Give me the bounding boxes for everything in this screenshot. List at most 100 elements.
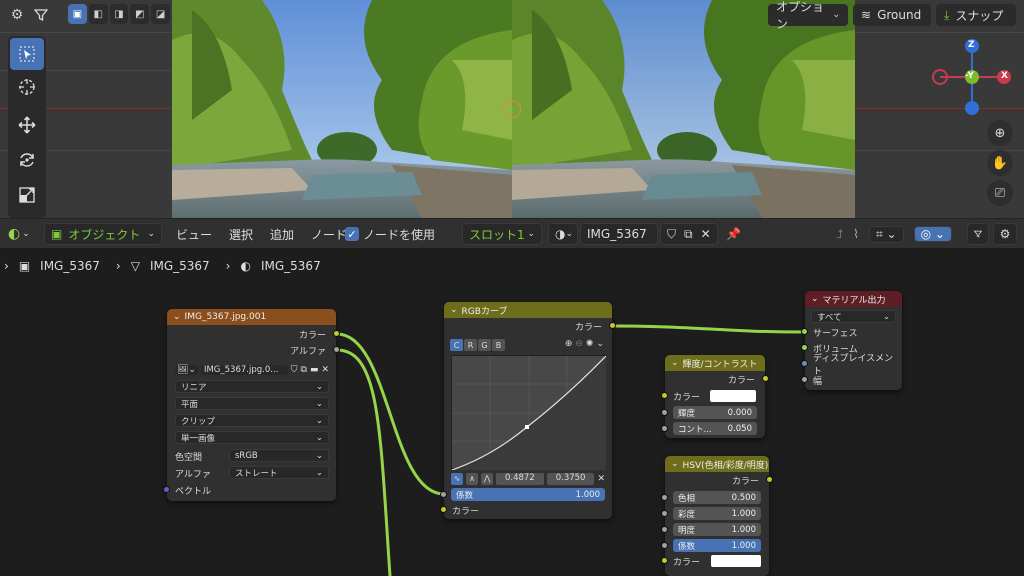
select-tool-icon[interactable] bbox=[10, 38, 44, 70]
snap-grid-dropdown[interactable]: ⌗ ⌄ bbox=[868, 225, 904, 243]
select-subtract-icon[interactable]: ◨ bbox=[109, 4, 129, 24]
curve-graph[interactable] bbox=[451, 355, 607, 471]
select-intersect-icon[interactable]: ◪ bbox=[151, 4, 170, 24]
input-socket[interactable] bbox=[661, 392, 668, 399]
options-dropdown[interactable]: オプション ⌄ bbox=[768, 0, 848, 31]
tab-combined[interactable]: C bbox=[450, 339, 463, 351]
input-socket[interactable] bbox=[661, 526, 668, 533]
zoom-in-icon[interactable]: ⊕ bbox=[565, 339, 573, 349]
shield-icon[interactable]: ⛉ bbox=[291, 365, 298, 375]
snap-button[interactable]: ⤓ スナップ bbox=[936, 4, 1016, 26]
input-socket[interactable] bbox=[163, 486, 170, 493]
scale-tool-icon[interactable] bbox=[10, 180, 44, 210]
factor-field[interactable]: 係数 1.000 bbox=[451, 488, 605, 501]
output-socket[interactable] bbox=[333, 330, 340, 337]
filter-icon[interactable] bbox=[967, 223, 989, 245]
menu-view[interactable]: ビュー bbox=[176, 226, 212, 243]
ground-button[interactable]: ≋ Ground bbox=[853, 4, 931, 26]
image-icon[interactable]: 🖼⌄ bbox=[175, 365, 198, 375]
hue-field[interactable]: 色相 0.500 bbox=[673, 491, 761, 504]
input-socket[interactable] bbox=[801, 360, 808, 367]
cursor-tool-icon[interactable] bbox=[10, 72, 44, 102]
input-socket[interactable] bbox=[661, 542, 668, 549]
delete-point-icon[interactable]: ✕ bbox=[597, 474, 605, 484]
rgb-curves-node[interactable]: ⌄ RGBカーブ カラー C R G B ⊕ ⊖ ✺ ⌄ ∿ ∧ ⋀ 0.487… bbox=[440, 302, 616, 519]
collapse-icon[interactable]: ⌄ bbox=[671, 358, 679, 368]
input-socket[interactable] bbox=[661, 557, 668, 564]
input-socket[interactable] bbox=[801, 328, 808, 335]
output-socket[interactable] bbox=[762, 375, 769, 382]
zoom-out-icon[interactable]: ⊖ bbox=[575, 339, 583, 349]
use-nodes-toggle[interactable]: ✓ ノードを使用 bbox=[345, 223, 435, 245]
collapse-icon[interactable]: ⌄ bbox=[450, 305, 458, 315]
saturation-field[interactable]: 彩度 1.000 bbox=[673, 507, 761, 520]
tab-blue[interactable]: B bbox=[492, 339, 505, 351]
collapse-icon[interactable]: ⌄ bbox=[671, 459, 679, 469]
input-socket[interactable] bbox=[440, 506, 447, 513]
pin-icon[interactable]: 📌 bbox=[726, 223, 741, 245]
tab-red[interactable]: R bbox=[464, 339, 477, 351]
contrast-field[interactable]: コント... 0.050 bbox=[673, 422, 757, 435]
node-header[interactable]: ⌄ IMG_5367.jpg.001 bbox=[167, 309, 336, 325]
duplicate-icon[interactable]: ⧉ bbox=[684, 227, 693, 242]
select-new-icon[interactable]: ▣ bbox=[68, 4, 87, 24]
3d-viewport[interactable]: ⚙ ▣ ◧ ◨ ◩ ◪ オプション ⌄ ≋ Ground ⤓ スナップ Z -Y… bbox=[0, 0, 1024, 218]
rotate-tool-icon[interactable] bbox=[10, 145, 44, 175]
hand-pan-icon[interactable]: ✋ bbox=[987, 150, 1013, 176]
menu-node[interactable]: ノード bbox=[311, 226, 347, 243]
tab-green[interactable]: G bbox=[478, 339, 491, 351]
close-icon[interactable]: ✕ bbox=[321, 365, 329, 375]
hsv-node[interactable]: ⌄ HSV(色相/彩度/明度) カラー 色相 0.500 彩度 1.000 明度… bbox=[661, 456, 773, 576]
menu-add[interactable]: 追加 bbox=[270, 226, 294, 243]
link-icon[interactable]: ⌇ bbox=[853, 227, 859, 241]
projection-dropdown[interactable]: 平面 ⌄ bbox=[175, 397, 329, 410]
value-field[interactable]: 明度 1.000 bbox=[673, 523, 761, 536]
extension-dropdown[interactable]: クリップ ⌄ bbox=[175, 414, 329, 427]
interpolation-dropdown[interactable]: リニア ⌄ bbox=[175, 380, 329, 393]
zoom-icon[interactable]: ⊕ bbox=[987, 120, 1013, 146]
colorspace-dropdown[interactable]: sRGB ⌄ bbox=[229, 449, 329, 462]
material-output-node[interactable]: ⌄ マテリアル出力 すべて ⌄ サーフェス ボリューム ディスプレイスメント 幅 bbox=[801, 291, 902, 390]
navigation-gizmo[interactable]: Z -Y X bbox=[928, 36, 1018, 120]
material-name-field[interactable]: IMG_5367 bbox=[580, 223, 658, 245]
brightness-contrast-node[interactable]: ⌄ 輝度/コントラスト カラー カラー 輝度 0.000 コント... 0.05… bbox=[661, 355, 769, 438]
input-socket[interactable] bbox=[661, 425, 668, 432]
output-socket[interactable] bbox=[333, 346, 340, 353]
settings-icon[interactable]: ✺ bbox=[586, 339, 594, 349]
target-dropdown[interactable]: すべて ⌄ bbox=[811, 310, 896, 323]
camera-icon[interactable]: ⎚ bbox=[987, 180, 1013, 206]
slot-dropdown[interactable]: スロット1 ⌄ bbox=[462, 223, 542, 245]
node-header[interactable]: ⌄ マテリアル出力 bbox=[805, 291, 902, 307]
handle-auto-icon[interactable]: ∿ bbox=[451, 472, 463, 485]
duplicate-icon[interactable]: ⧉ bbox=[301, 365, 307, 375]
checkbox-icon[interactable]: ✓ bbox=[345, 227, 359, 241]
source-dropdown[interactable]: 単一画像 ⌄ bbox=[175, 431, 329, 444]
editor-type-dropdown[interactable]: ◐ ⌄ bbox=[8, 223, 30, 245]
collapse-icon[interactable]: ⌄ bbox=[811, 294, 819, 304]
handle-vector-icon[interactable]: ∧ bbox=[466, 472, 478, 485]
node-header[interactable]: ⌄ HSV(色相/彩度/明度) bbox=[665, 456, 769, 472]
select-extend-icon[interactable]: ◧ bbox=[88, 4, 108, 24]
point-x-field[interactable]: 0.4872 bbox=[496, 472, 544, 485]
folder-icon[interactable]: ▬ bbox=[310, 365, 319, 375]
input-socket[interactable] bbox=[801, 376, 808, 383]
shield-icon[interactable]: ⛉ bbox=[667, 227, 676, 242]
image-name[interactable]: IMG_5367.jpg.0... bbox=[200, 365, 288, 375]
factor-field[interactable]: 係数 1.000 bbox=[673, 539, 761, 552]
select-invert-icon[interactable]: ◩ bbox=[130, 4, 150, 24]
alpha-mode-dropdown[interactable]: ストレート ⌄ bbox=[229, 466, 329, 479]
handle-free-icon[interactable]: ⋀ bbox=[481, 472, 493, 485]
brightness-field[interactable]: 輝度 0.000 bbox=[673, 406, 757, 419]
node-header[interactable]: ⌄ RGBカーブ bbox=[444, 302, 612, 318]
input-socket[interactable] bbox=[661, 494, 668, 501]
mode-dropdown[interactable]: ▣ オブジェクト ⌄ bbox=[44, 223, 162, 245]
gear-icon[interactable]: ⚙ bbox=[4, 3, 30, 27]
overlay-dropdown[interactable]: ◎ ⌄ bbox=[913, 226, 952, 242]
close-icon[interactable]: ✕ bbox=[701, 227, 711, 241]
parent-node-icon[interactable]: ⮥ bbox=[836, 227, 843, 242]
gear-icon[interactable]: ⚙ bbox=[993, 223, 1017, 245]
output-socket[interactable] bbox=[609, 322, 616, 329]
input-socket[interactable] bbox=[801, 344, 808, 351]
color-swatch[interactable] bbox=[710, 390, 756, 402]
input-socket[interactable] bbox=[440, 491, 447, 498]
